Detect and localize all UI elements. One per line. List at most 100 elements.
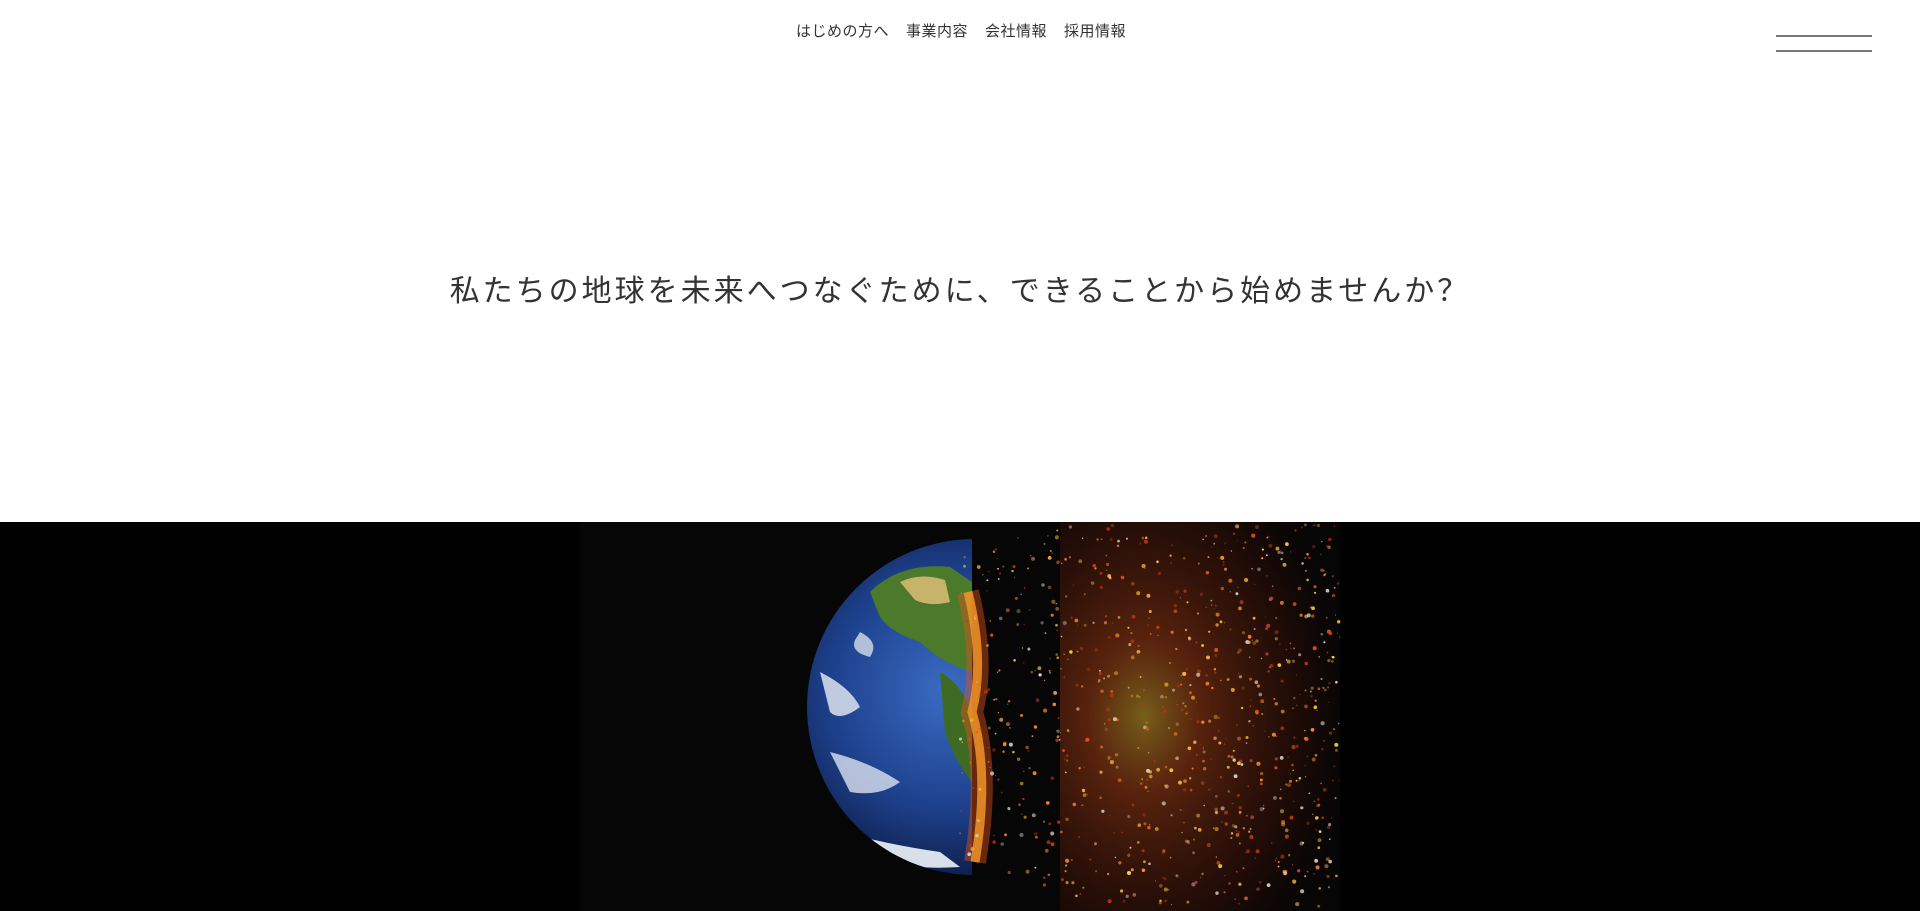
ember-particle: [1107, 674, 1111, 678]
ember-particle: [1180, 683, 1183, 686]
ember-particle: [1291, 659, 1296, 663]
ember-particle: [1007, 699, 1011, 703]
ember-particle: [1310, 727, 1315, 732]
ember-particle: [1331, 660, 1334, 663]
ember-particle: [1192, 838, 1196, 841]
ember-particle: [1075, 894, 1078, 898]
ember-particle: [1274, 860, 1276, 862]
nav-item-for-beginners[interactable]: はじめの方へ: [796, 20, 889, 42]
ember-particle: [1333, 525, 1336, 528]
ember-particle: [1076, 624, 1079, 626]
ember-particle: [994, 548, 998, 551]
ember-particle: [1287, 756, 1289, 758]
ember-particle: [1128, 591, 1130, 593]
ember-particle: [1162, 681, 1165, 683]
ember-particle: [1254, 525, 1259, 530]
ember-particle: [1269, 596, 1274, 601]
ember-particle: [1306, 613, 1311, 618]
ember-particle: [1304, 557, 1307, 559]
ember-particle: [1078, 836, 1080, 838]
ember-particle: [1283, 870, 1285, 872]
ember-particle: [1328, 731, 1333, 735]
ember-particle: [1075, 683, 1079, 687]
ember-particle: [1244, 577, 1249, 583]
ember-particle: [1236, 761, 1241, 766]
ember-particle: [1072, 802, 1077, 807]
ember-particle: [1225, 738, 1227, 740]
ember-particle: [1092, 563, 1096, 568]
ember-particle: [1137, 823, 1142, 827]
ember-particle: [1196, 813, 1201, 818]
ember-particle: [1235, 524, 1240, 529]
ember-particle: [1046, 840, 1051, 845]
ember-particle: [1316, 709, 1318, 712]
ember-particle: [1184, 705, 1187, 708]
ember-particle: [1214, 827, 1219, 832]
ember-particle: [1331, 817, 1333, 819]
ember-particle: [1235, 592, 1239, 596]
ember-particle: [1180, 708, 1184, 712]
ember-particle: [1056, 560, 1060, 565]
ember-particle: [1201, 644, 1204, 647]
ember-particle: [1313, 705, 1318, 710]
ember-particle: [1099, 770, 1103, 774]
ember-particle: [1013, 659, 1016, 662]
ember-particle: [1027, 750, 1029, 752]
ember-particle: [1164, 695, 1168, 699]
ember-particle: [1018, 803, 1021, 807]
ember-particle: [1196, 754, 1198, 756]
ember-particle: [1245, 742, 1248, 744]
ember-particle: [1249, 827, 1252, 830]
ember-particle: [1196, 701, 1198, 703]
ember-particle: [1259, 778, 1263, 782]
menu-bar-top: [1776, 35, 1872, 37]
ember-particle: [1282, 562, 1287, 567]
ember-particle: [973, 614, 977, 619]
ember-particle: [1019, 781, 1024, 786]
ember-particle: [1065, 881, 1069, 885]
ember-particle: [1170, 562, 1173, 564]
ember-particle: [1212, 827, 1215, 829]
ember-particle: [1227, 790, 1231, 793]
ember-particle: [1112, 622, 1114, 624]
ember-particle: [1040, 621, 1044, 625]
ember-particle: [1253, 627, 1256, 631]
ember-particle: [1191, 882, 1196, 887]
ember-particle: [1173, 603, 1177, 608]
ember-particle: [1229, 628, 1232, 631]
ember-particle: [1219, 776, 1223, 779]
ember-particle: [987, 761, 990, 763]
ember-particle: [1130, 631, 1133, 635]
ember-particle: [1325, 857, 1330, 862]
ember-particle: [1109, 693, 1114, 698]
ember-particle: [1103, 722, 1106, 725]
ember-particle: [1196, 612, 1200, 615]
ember-particle: [1110, 690, 1114, 693]
ember-particle: [1293, 736, 1296, 739]
ember-particle: [1105, 554, 1108, 557]
nav-item-business[interactable]: 事業内容: [906, 20, 968, 42]
ember-particle: [1189, 684, 1192, 687]
ember-particle: [1046, 801, 1050, 805]
ember-particle: [1043, 542, 1046, 545]
ember-particle: [1266, 883, 1271, 887]
ember-particle: [974, 617, 976, 620]
ember-particle: [986, 579, 989, 582]
ember-particle: [1249, 834, 1254, 840]
ember-particle: [1065, 754, 1069, 758]
ember-particle: [1274, 766, 1278, 770]
nav-item-company[interactable]: 会社情報: [985, 20, 1047, 42]
ember-particle: [1163, 784, 1167, 787]
hamburger-menu-icon[interactable]: [1775, 32, 1873, 58]
ember-particle: [1188, 636, 1191, 639]
ember-particle: [1289, 815, 1294, 820]
ember-particle: [1205, 571, 1210, 575]
ember-particle: [1114, 856, 1117, 859]
ember-particle: [1233, 758, 1236, 762]
ember-particle: [1027, 567, 1030, 570]
ember-particle: [998, 616, 1003, 621]
ember-particle: [1314, 753, 1318, 757]
nav-item-recruit[interactable]: 採用情報: [1064, 20, 1126, 42]
ember-particle: [1280, 550, 1282, 552]
ember-particle: [1327, 545, 1331, 549]
